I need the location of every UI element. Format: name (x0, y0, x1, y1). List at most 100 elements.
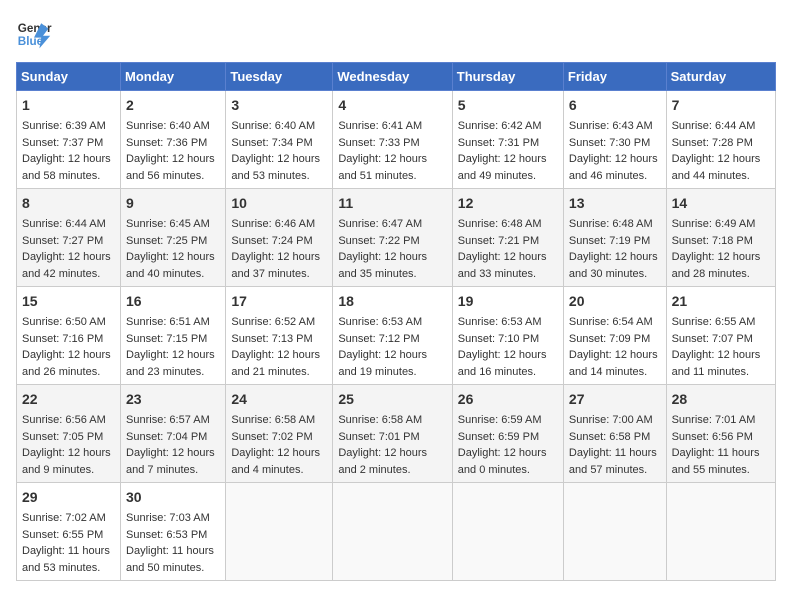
day-number: 17 (231, 291, 327, 312)
sunrise-text: Sunrise: 6:40 AM (126, 120, 210, 132)
calendar-cell: 13Sunrise: 6:48 AMSunset: 7:19 PMDayligh… (563, 189, 666, 287)
day-number: 20 (569, 291, 661, 312)
sunrise-text: Sunrise: 6:51 AM (126, 316, 210, 328)
calendar-cell: 9Sunrise: 6:45 AMSunset: 7:25 PMDaylight… (121, 189, 226, 287)
sunset-text: Sunset: 7:19 PM (569, 235, 650, 247)
day-number: 15 (22, 291, 115, 312)
sunset-text: Sunset: 7:27 PM (22, 235, 103, 247)
day-number: 30 (126, 487, 220, 508)
calendar-week-row: 29Sunrise: 7:02 AMSunset: 6:55 PMDayligh… (17, 483, 776, 581)
day-number: 26 (458, 389, 558, 410)
day-number: 27 (569, 389, 661, 410)
day-number: 16 (126, 291, 220, 312)
daylight-text: Daylight: 12 hours and 37 minutes. (231, 251, 320, 280)
sunset-text: Sunset: 6:55 PM (22, 529, 103, 541)
calendar-cell: 22Sunrise: 6:56 AMSunset: 7:05 PMDayligh… (17, 385, 121, 483)
sunset-text: Sunset: 7:37 PM (22, 137, 103, 149)
sunset-text: Sunset: 7:10 PM (458, 333, 539, 345)
calendar-week-row: 22Sunrise: 6:56 AMSunset: 7:05 PMDayligh… (17, 385, 776, 483)
day-number: 19 (458, 291, 558, 312)
day-number: 8 (22, 193, 115, 214)
sunrise-text: Sunrise: 7:00 AM (569, 414, 653, 426)
calendar-cell: 6Sunrise: 6:43 AMSunset: 7:30 PMDaylight… (563, 91, 666, 189)
day-number: 18 (338, 291, 446, 312)
sunrise-text: Sunrise: 6:55 AM (672, 316, 756, 328)
sunset-text: Sunset: 7:30 PM (569, 137, 650, 149)
calendar-cell: 7Sunrise: 6:44 AMSunset: 7:28 PMDaylight… (666, 91, 775, 189)
sunrise-text: Sunrise: 7:02 AM (22, 512, 106, 524)
day-number: 7 (672, 95, 770, 116)
day-number: 14 (672, 193, 770, 214)
calendar-header-friday: Friday (563, 63, 666, 91)
calendar-cell (666, 483, 775, 581)
sunrise-text: Sunrise: 7:01 AM (672, 414, 756, 426)
calendar-cell: 17Sunrise: 6:52 AMSunset: 7:13 PMDayligh… (226, 287, 333, 385)
calendar-cell: 12Sunrise: 6:48 AMSunset: 7:21 PMDayligh… (452, 189, 563, 287)
calendar-header-row: SundayMondayTuesdayWednesdayThursdayFrid… (17, 63, 776, 91)
calendar-cell: 18Sunrise: 6:53 AMSunset: 7:12 PMDayligh… (333, 287, 452, 385)
day-number: 12 (458, 193, 558, 214)
sunrise-text: Sunrise: 6:44 AM (672, 120, 756, 132)
sunrise-text: Sunrise: 6:45 AM (126, 218, 210, 230)
calendar-cell: 4Sunrise: 6:41 AMSunset: 7:33 PMDaylight… (333, 91, 452, 189)
calendar-week-row: 15Sunrise: 6:50 AMSunset: 7:16 PMDayligh… (17, 287, 776, 385)
daylight-text: Daylight: 12 hours and 26 minutes. (22, 349, 111, 378)
sunset-text: Sunset: 7:07 PM (672, 333, 753, 345)
sunset-text: Sunset: 7:04 PM (126, 431, 207, 443)
sunset-text: Sunset: 7:15 PM (126, 333, 207, 345)
day-number: 13 (569, 193, 661, 214)
daylight-text: Daylight: 11 hours and 55 minutes. (672, 447, 760, 476)
day-number: 24 (231, 389, 327, 410)
calendar-cell: 14Sunrise: 6:49 AMSunset: 7:18 PMDayligh… (666, 189, 775, 287)
daylight-text: Daylight: 12 hours and 51 minutes. (338, 153, 427, 182)
sunrise-text: Sunrise: 6:52 AM (231, 316, 315, 328)
day-number: 22 (22, 389, 115, 410)
calendar-cell: 26Sunrise: 6:59 AMSunset: 6:59 PMDayligh… (452, 385, 563, 483)
sunrise-text: Sunrise: 6:58 AM (338, 414, 422, 426)
logo: General Blue (16, 16, 58, 52)
calendar-cell: 2Sunrise: 6:40 AMSunset: 7:36 PMDaylight… (121, 91, 226, 189)
day-number: 29 (22, 487, 115, 508)
sunrise-text: Sunrise: 6:42 AM (458, 120, 542, 132)
calendar-week-row: 1Sunrise: 6:39 AMSunset: 7:37 PMDaylight… (17, 91, 776, 189)
logo-icon: General Blue (16, 16, 52, 52)
calendar-cell: 30Sunrise: 7:03 AMSunset: 6:53 PMDayligh… (121, 483, 226, 581)
sunrise-text: Sunrise: 6:39 AM (22, 120, 106, 132)
sunset-text: Sunset: 7:33 PM (338, 137, 419, 149)
daylight-text: Daylight: 12 hours and 40 minutes. (126, 251, 215, 280)
sunset-text: Sunset: 7:12 PM (338, 333, 419, 345)
calendar-week-row: 8Sunrise: 6:44 AMSunset: 7:27 PMDaylight… (17, 189, 776, 287)
sunset-text: Sunset: 7:21 PM (458, 235, 539, 247)
sunrise-text: Sunrise: 6:43 AM (569, 120, 653, 132)
calendar-cell: 28Sunrise: 7:01 AMSunset: 6:56 PMDayligh… (666, 385, 775, 483)
sunset-text: Sunset: 6:56 PM (672, 431, 753, 443)
daylight-text: Daylight: 12 hours and 58 minutes. (22, 153, 111, 182)
daylight-text: Daylight: 12 hours and 53 minutes. (231, 153, 320, 182)
day-number: 5 (458, 95, 558, 116)
calendar-cell: 10Sunrise: 6:46 AMSunset: 7:24 PMDayligh… (226, 189, 333, 287)
daylight-text: Daylight: 12 hours and 21 minutes. (231, 349, 320, 378)
daylight-text: Daylight: 12 hours and 23 minutes. (126, 349, 215, 378)
daylight-text: Daylight: 12 hours and 33 minutes. (458, 251, 547, 280)
daylight-text: Daylight: 12 hours and 35 minutes. (338, 251, 427, 280)
day-number: 4 (338, 95, 446, 116)
page-header: General Blue (16, 16, 776, 52)
sunset-text: Sunset: 7:25 PM (126, 235, 207, 247)
sunrise-text: Sunrise: 6:53 AM (458, 316, 542, 328)
calendar-cell (226, 483, 333, 581)
day-number: 3 (231, 95, 327, 116)
calendar-cell: 21Sunrise: 6:55 AMSunset: 7:07 PMDayligh… (666, 287, 775, 385)
sunrise-text: Sunrise: 6:49 AM (672, 218, 756, 230)
calendar-cell: 24Sunrise: 6:58 AMSunset: 7:02 PMDayligh… (226, 385, 333, 483)
sunrise-text: Sunrise: 6:57 AM (126, 414, 210, 426)
sunset-text: Sunset: 7:36 PM (126, 137, 207, 149)
day-number: 25 (338, 389, 446, 410)
sunrise-text: Sunrise: 6:59 AM (458, 414, 542, 426)
daylight-text: Daylight: 12 hours and 30 minutes. (569, 251, 658, 280)
sunset-text: Sunset: 7:28 PM (672, 137, 753, 149)
calendar-cell: 23Sunrise: 6:57 AMSunset: 7:04 PMDayligh… (121, 385, 226, 483)
calendar-cell: 5Sunrise: 6:42 AMSunset: 7:31 PMDaylight… (452, 91, 563, 189)
day-number: 21 (672, 291, 770, 312)
sunset-text: Sunset: 7:02 PM (231, 431, 312, 443)
day-number: 10 (231, 193, 327, 214)
